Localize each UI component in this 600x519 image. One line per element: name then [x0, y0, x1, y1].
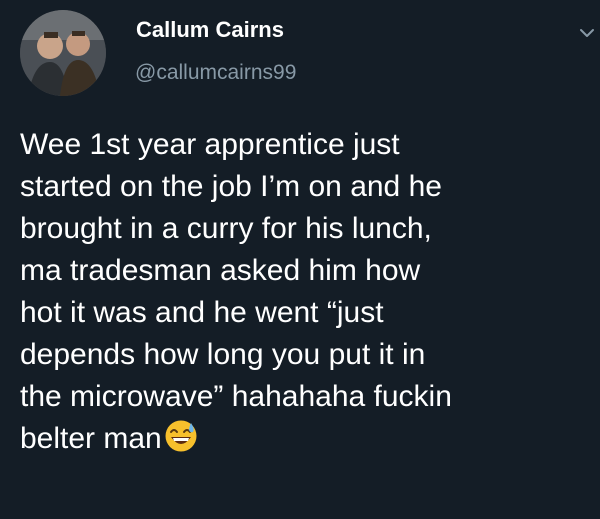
tweet-line: ma tradesman asked him how	[20, 254, 421, 287]
tweet-line: belter man	[20, 422, 162, 455]
tweet-line: depends how long you put it in	[20, 338, 426, 371]
author-handle[interactable]: @callumcairns99	[135, 60, 296, 86]
tweet-line: brought in a curry for his lunch,	[20, 212, 432, 245]
tweet-text: Wee 1st year apprentice just started on …	[20, 124, 585, 460]
grinning-sweat-emoji-icon	[165, 420, 197, 452]
tweet-line: started on the job I’m on and he	[20, 170, 442, 203]
author-display-name[interactable]: Callum Cairns	[136, 16, 284, 44]
tweet-card: Callum Cairns @callumcairns99 Wee 1st ye…	[0, 0, 600, 519]
avatar[interactable]	[20, 10, 106, 96]
tweet-line: hot it was and he went “just	[20, 296, 384, 329]
avatar-photo	[20, 10, 106, 96]
tweet-line: Wee 1st year apprentice just	[20, 128, 400, 161]
tweet-last-line: belter man	[20, 418, 585, 460]
tweet-line: the microwave” hahahaha fuckin	[20, 380, 452, 413]
chevron-down-icon[interactable]	[578, 26, 596, 40]
